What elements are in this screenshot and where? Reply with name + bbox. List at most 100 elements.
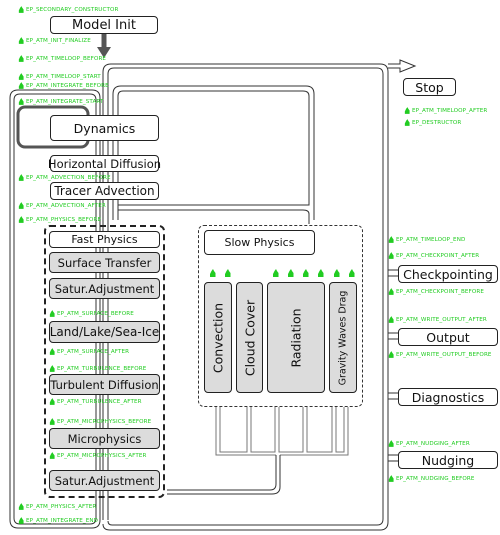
slow-process-label: Convection xyxy=(210,302,226,373)
horizontal-diffusion-block[interactable]: Horizontal Diffusion xyxy=(48,155,161,172)
fast-process-surface-transfer[interactable]: Surface Transfer xyxy=(49,252,160,273)
entry-point-label: EP_ATM_TIMELOOP_END xyxy=(388,236,465,243)
entry-point-text: EP_ATM_CHECKPOINT_BEFORE xyxy=(396,288,484,295)
entry-point-label: EP_ATM_WRITE_OUTPUT_AFTER xyxy=(388,316,487,323)
entry-point-icon xyxy=(18,202,24,209)
entry-point-icon xyxy=(388,475,394,482)
entry-point-icon xyxy=(318,269,324,277)
entry-point-icon xyxy=(18,6,24,13)
entry-point-label: EP_ATM_NUDGING_BEFORE xyxy=(388,475,475,482)
entry-point-icon xyxy=(18,37,24,44)
entry-point-label: EP_SECONDARY_CONSTRUCTOR xyxy=(18,6,119,13)
atmosphere-time-loop-diagram: Model Init Stop Dynamics Horizontal Diff… xyxy=(0,0,500,535)
entry-point-label: EP_ATM_PHYSICS_BEFORE xyxy=(18,216,101,223)
entry-point-label: EP_ATM_ADVECTION_AFTER xyxy=(18,202,106,209)
entry-point-text: EP_SECONDARY_CONSTRUCTOR xyxy=(26,6,119,13)
entry-point-label: EP_ATM_TIMELOOP_START xyxy=(18,73,101,80)
slow-process-convection[interactable]: Convection xyxy=(204,282,232,393)
entry-point-label: EP_ATM_SURFACE_BEFORE xyxy=(49,310,134,317)
entry-point-icon xyxy=(288,269,294,277)
entry-point-label: EP_ATM_TURBULENCE_AFTER xyxy=(49,398,142,405)
entry-point-text: EP_ATM_TIMELOOP_AFTER xyxy=(412,107,488,114)
dynamics-block[interactable]: Dynamics xyxy=(50,115,159,141)
entry-point-icon xyxy=(225,269,231,277)
tracer-advection-block[interactable]: Tracer Advection xyxy=(50,182,159,200)
entry-point-icon xyxy=(49,452,55,459)
model-init-block[interactable]: Model Init xyxy=(50,16,158,34)
entry-point-text: EP_ATM_NUDGING_AFTER xyxy=(396,440,470,447)
entry-point-text: EP_ATM_ADVECTION_AFTER xyxy=(26,202,106,209)
diagnostics-connector xyxy=(388,392,398,400)
entry-point-icon xyxy=(388,288,394,295)
entry-point-label: EP_ATM_TURBULENCE_BEFORE xyxy=(49,365,146,372)
slow-process-label: Cloud Cover xyxy=(242,299,257,376)
fast-process-turbulent-diffusion[interactable]: Turbulent Diffusion xyxy=(49,374,160,395)
stop-arrow-pipe xyxy=(388,59,417,73)
entry-point-text: EP_ATM_CHECKPOINT_AFTER xyxy=(396,252,480,259)
entry-point-text: EP_ATM_PHYSICS_AFTER xyxy=(26,503,97,510)
entry-point-text: EP_ATM_INIT_FINALIZE xyxy=(26,37,91,44)
slow-process-gravity-waves-drag[interactable]: Gravity Waves Drag xyxy=(329,282,357,393)
slow-physics-return-pipe xyxy=(167,455,281,495)
entry-point-icon xyxy=(388,236,394,243)
entry-point-label: EP_ATM_WRITE_OUTPUT_BEFORE xyxy=(388,351,492,358)
entry-point-label: EP_ATM_MICROPHYSICS_BEFORE xyxy=(49,418,151,425)
entry-point-text: EP_ATM_MICROPHYSICS_BEFORE xyxy=(57,418,152,425)
entry-point-icon xyxy=(273,269,279,277)
output-block[interactable]: Output xyxy=(398,328,498,346)
entry-point-icon xyxy=(49,365,55,372)
entry-point-label: EP_ATM_NUDGING_AFTER xyxy=(388,440,470,447)
entry-point-icon xyxy=(49,310,55,317)
entry-point-label: EP_ATM_ADVECTION_BEFORE xyxy=(18,174,111,181)
entry-point-icon xyxy=(18,503,24,510)
diagnostics-block[interactable]: Diagnostics xyxy=(398,388,498,406)
entry-point-label: EP_ATM_INTEGRATE_START xyxy=(18,98,104,105)
entry-point-label: EP_ATM_INTEGRATE_BEFORE xyxy=(18,82,109,89)
entry-point-text: EP_DESTRUCTOR xyxy=(412,119,462,126)
slow-process-radiation[interactable]: Radiation xyxy=(267,282,325,393)
entry-point-label: EP_ATM_TIMELOOP_AFTER xyxy=(404,107,487,114)
stop-block[interactable]: Stop xyxy=(403,78,456,96)
slow-physics-output-pipes xyxy=(215,407,349,456)
entry-point-icon xyxy=(334,269,340,277)
entry-point-icon xyxy=(388,316,394,323)
entry-point-text: EP_ATM_TIMELOOP_END xyxy=(396,236,466,243)
entry-point-label: EP_ATM_PHYSICS_AFTER xyxy=(18,503,96,510)
fast-process-microphysics[interactable]: Microphysics xyxy=(49,428,160,449)
entry-point-text: EP_ATM_WRITE_OUTPUT_AFTER xyxy=(396,316,487,323)
checkpointing-block[interactable]: Checkpointing xyxy=(398,265,498,283)
nudging-block[interactable]: Nudging xyxy=(398,451,498,469)
entry-point-label: EP_ATM_INTEGRATE_END xyxy=(18,517,98,524)
entry-point-icon xyxy=(303,269,309,277)
entry-point-label: EP_ATM_INIT_FINALIZE xyxy=(18,37,91,44)
entry-point-icon xyxy=(388,440,394,447)
entry-point-icon xyxy=(210,269,216,277)
entry-point-text: EP_ATM_INTEGRATE_START xyxy=(26,98,104,105)
entry-point-icon xyxy=(388,351,394,358)
entry-point-icon xyxy=(349,269,355,277)
nudging-connector xyxy=(388,454,398,462)
entry-point-text: EP_ATM_PHYSICS_BEFORE xyxy=(26,216,102,223)
checkpoint-connector xyxy=(388,269,398,277)
entry-point-icon xyxy=(18,82,24,89)
fast-process-satur-adjustment-2[interactable]: Satur.Adjustment xyxy=(49,470,160,491)
entry-point-text: EP_ATM_TURBULENCE_BEFORE xyxy=(57,365,147,372)
physics-loop-inner2 xyxy=(118,209,310,224)
fast-process-satur-adjustment-1[interactable]: Satur.Adjustment xyxy=(49,278,160,299)
entry-point-text: EP_ATM_NUDGING_BEFORE xyxy=(396,475,475,482)
entry-point-icon xyxy=(404,119,410,126)
slow-process-cloud-cover[interactable]: Cloud Cover xyxy=(236,282,263,393)
fast-process-land-lake-sea-ice[interactable]: Land/Lake/Sea-Ice xyxy=(49,321,160,343)
slow-process-label: Radiation xyxy=(288,307,304,368)
entry-point-label: EP_ATM_CHECKPOINT_BEFORE xyxy=(388,288,484,295)
entry-point-icon xyxy=(18,73,24,80)
output-connector xyxy=(388,332,398,340)
entry-point-text: EP_ATM_TIMELOOP_START xyxy=(26,73,101,80)
entry-point-text: EP_ATM_INTEGRATE_BEFORE xyxy=(26,82,109,89)
entry-point-text: EP_ATM_MICROPHYSICS_AFTER xyxy=(57,452,147,459)
slow-physics-title: Slow Physics xyxy=(204,230,315,255)
entry-point-icon xyxy=(404,107,410,114)
fast-physics-title: Fast Physics xyxy=(49,231,160,248)
entry-point-icon xyxy=(49,398,55,405)
entry-point-label: EP_ATM_SURFACE_AFTER xyxy=(49,348,129,355)
